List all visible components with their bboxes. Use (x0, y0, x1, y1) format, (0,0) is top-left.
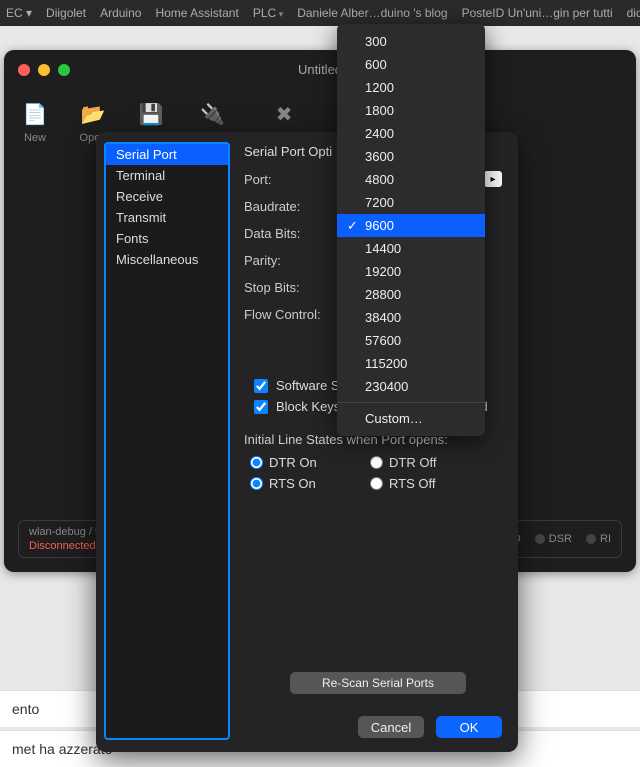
bookmark-item[interactable]: PosteID Un'uni…gin per tutti (462, 6, 613, 20)
status-led-dsr: DSR (535, 533, 572, 545)
dtr-on-radio[interactable] (250, 456, 263, 469)
rescan-button[interactable]: Re-Scan Serial Ports (290, 672, 466, 694)
baudrate-option-7200[interactable]: 7200 (337, 191, 485, 214)
dropdown-separator (337, 402, 485, 403)
baudrate-option-3600[interactable]: 3600 (337, 145, 485, 168)
software-checkbox[interactable] (254, 379, 268, 393)
databits-label: Data Bits: (244, 226, 330, 241)
sidebar-item-terminal[interactable]: Terminal (106, 165, 228, 186)
baudrate-option-1800[interactable]: 1800 (337, 99, 485, 122)
bookmark-item[interactable]: Home Assistant (155, 6, 238, 20)
baudrate-option-19200[interactable]: 19200 (337, 260, 485, 283)
rts-off-label: RTS Off (389, 476, 435, 491)
baudrate-option-115200[interactable]: 115200 (337, 352, 485, 375)
baudrate-option-2400[interactable]: 2400 (337, 122, 485, 145)
sidebar-item-receive[interactable]: Receive (106, 186, 228, 207)
dtr-off-radio[interactable] (370, 456, 383, 469)
bookmark-item[interactable]: Daniele Alber…duino 's blog (297, 6, 447, 20)
baud-label: Baudrate: (244, 199, 330, 214)
baudrate-option-230400[interactable]: 230400 (337, 375, 485, 398)
baudrate-option-1200[interactable]: 1200 (337, 76, 485, 99)
baudrate-dropdown: 3006001200180024003600480072009600144001… (337, 24, 485, 436)
rts-on-radio[interactable] (250, 477, 263, 490)
bookmark-folder-plc[interactable]: PLC (253, 6, 283, 20)
parity-label: Parity: (244, 253, 330, 268)
port-stepper[interactable]: ▸ (484, 171, 502, 187)
ok-button[interactable]: OK (436, 716, 502, 738)
new-icon: 📄 (18, 100, 52, 128)
flow-label: Flow Control: (244, 307, 330, 322)
toolbar-label: New (24, 132, 46, 144)
baudrate-option-4800[interactable]: 4800 (337, 168, 485, 191)
status-state: Disconnected (29, 540, 101, 552)
sidebar-item-fonts[interactable]: Fonts (106, 228, 228, 249)
stopbits-label: Stop Bits: (244, 280, 330, 295)
sidebar-item-serial-port[interactable]: Serial Port (106, 144, 228, 165)
rts-off-radio[interactable] (370, 477, 383, 490)
status-connection: wlan-debug / 9 (29, 526, 101, 538)
dtr-off-label: DTR Off (389, 455, 436, 470)
disconnect-icon: ✖ (267, 100, 301, 128)
toolbar-new-button[interactable]: 📄 New (18, 100, 52, 144)
baudrate-option-300[interactable]: 300 (337, 30, 485, 53)
baudrate-option-57600[interactable]: 57600 (337, 329, 485, 352)
sidebar-item-transmit[interactable]: Transmit (106, 207, 228, 228)
connect-icon: 🔌 (195, 100, 229, 128)
bookmark-item[interactable]: didatt (627, 6, 640, 20)
sheet-sidebar: Serial PortTerminalReceiveTransmitFontsM… (96, 132, 238, 752)
baudrate-option-600[interactable]: 600 (337, 53, 485, 76)
baudrate-option-custom[interactable]: Custom… (337, 407, 485, 430)
sidebar-item-miscellaneous[interactable]: Miscellaneous (106, 249, 228, 270)
save-icon: 💾 (134, 100, 168, 128)
baudrate-option-14400[interactable]: 14400 (337, 237, 485, 260)
baudrate-option-38400[interactable]: 38400 (337, 306, 485, 329)
sidebar-list: Serial PortTerminalReceiveTransmitFontsM… (104, 142, 230, 740)
bookmark-item[interactable]: Diigolet (46, 6, 86, 20)
block-checkbox[interactable] (254, 400, 268, 414)
dtr-on-label: DTR On (269, 455, 317, 470)
baudrate-option-28800[interactable]: 28800 (337, 283, 485, 306)
window-title: Untitled (4, 62, 636, 77)
rts-on-label: RTS On (269, 476, 316, 491)
bookmarks-bar: EC ▾ Diigolet Arduino Home Assistant PLC… (0, 0, 640, 26)
cancel-button[interactable]: Cancel (358, 716, 424, 738)
baudrate-option-9600[interactable]: 9600 (337, 214, 485, 237)
bookmark-item[interactable]: EC ▾ (6, 6, 32, 20)
open-icon: 📂 (76, 100, 110, 128)
status-led-ri: RI (586, 533, 611, 545)
bookmark-item[interactable]: Arduino (100, 6, 141, 20)
port-label: Port: (244, 172, 330, 187)
